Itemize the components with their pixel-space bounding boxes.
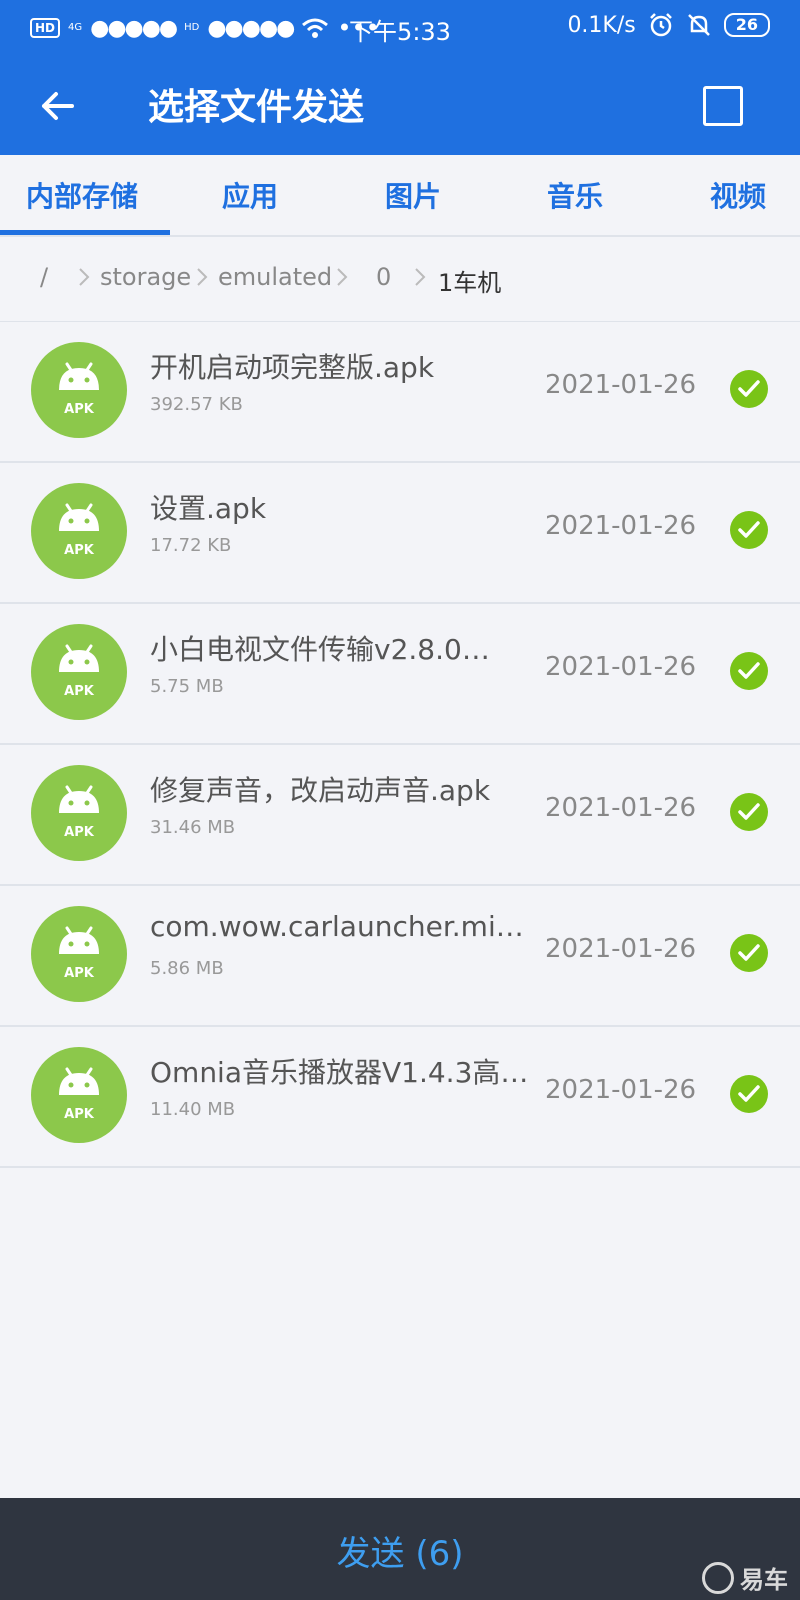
android-icon: [59, 362, 99, 390]
apk-label: APK: [64, 966, 94, 981]
android-apk-icon: APK: [31, 765, 127, 861]
tab-images[interactable]: 图片: [385, 175, 441, 215]
android-icon: [59, 503, 99, 531]
back-arrow-icon[interactable]: [36, 84, 80, 128]
active-tab-indicator: [0, 230, 170, 235]
alarm-icon: [649, 13, 672, 37]
file-row[interactable]: APK 设置.apk 17.72 KB 2021-01-26: [0, 463, 800, 604]
file-size: 31.46 MB: [150, 817, 236, 838]
chevron-right-icon: [197, 268, 208, 286]
selected-check-icon[interactable]: [730, 934, 768, 972]
apk-label: APK: [64, 543, 94, 558]
file-row[interactable]: APK Omnia音乐播放器V1.4.3高… 11.40 MB 2021-01-…: [0, 1027, 800, 1168]
file-name: 设置.apk: [150, 492, 267, 525]
selected-check-icon[interactable]: [730, 793, 768, 831]
file-size: 392.57 KB: [150, 394, 243, 415]
watermark-logo-icon: [702, 1561, 734, 1594]
page-title: 选择文件发送: [148, 87, 365, 128]
breadcrumb-storage[interactable]: storage: [100, 263, 191, 291]
selected-check-icon[interactable]: [730, 511, 768, 549]
android-apk-icon: APK: [31, 342, 127, 438]
apk-label: APK: [64, 402, 94, 417]
file-name: 修复声音，改启动声音.apk: [150, 774, 491, 807]
file-date: 2021-01-26: [545, 934, 697, 964]
tab-music[interactable]: 音乐: [547, 175, 603, 215]
file-date: 2021-01-26: [545, 370, 697, 400]
battery-icon: 26: [723, 13, 770, 37]
apk-label: APK: [64, 825, 94, 840]
status-right: 0.1K/s 26: [567, 12, 770, 38]
android-icon: [59, 785, 99, 813]
android-apk-icon: APK: [31, 906, 127, 1002]
breadcrumb-0[interactable]: 0: [376, 263, 391, 291]
file-name: Omnia音乐播放器V1.4.3高…: [150, 1056, 529, 1089]
breadcrumb-root[interactable]: /: [40, 263, 48, 291]
android-apk-icon: APK: [31, 1047, 127, 1143]
android-apk-icon: APK: [31, 483, 127, 579]
apk-label: APK: [64, 1107, 94, 1122]
file-size: 5.75 MB: [150, 676, 224, 697]
chevron-right-icon: [337, 268, 348, 286]
chevron-right-icon: [415, 268, 426, 286]
select-all-checkbox[interactable]: [703, 86, 743, 126]
breadcrumb: / storage emulated 0 1车机: [0, 237, 800, 323]
file-row[interactable]: APK 修复声音，改启动声音.apk 31.46 MB 2021-01-26: [0, 745, 800, 886]
android-icon: [59, 1067, 99, 1095]
file-name: 开机启动项完整版.apk: [150, 351, 435, 384]
android-apk-icon: APK: [31, 624, 127, 720]
android-icon: [59, 644, 99, 672]
selected-check-icon[interactable]: [730, 1075, 768, 1113]
breadcrumb-current[interactable]: 1车机: [438, 263, 501, 298]
file-date: 2021-01-26: [545, 652, 697, 682]
send-button[interactable]: 发送 (6): [0, 1526, 800, 1575]
watermark-text: 易车: [740, 1566, 788, 1594]
file-date: 2021-01-26: [545, 1075, 697, 1105]
file-row[interactable]: APK com.wow.carlauncher.mi… 5.86 MB 2021…: [0, 886, 800, 1027]
chevron-right-icon: [79, 268, 90, 286]
file-row[interactable]: APK 小白电视文件传输v2.8.0… 5.75 MB 2021-01-26: [0, 604, 800, 745]
file-date: 2021-01-26: [545, 793, 697, 823]
file-name: com.wow.carlauncher.mi…: [150, 910, 524, 943]
app-bar: 选择文件发送: [0, 56, 800, 155]
mute-bell-icon: [687, 14, 710, 36]
file-size: 5.86 MB: [150, 958, 224, 979]
file-name: 小白电视文件传输v2.8.0…: [150, 633, 490, 666]
tab-internal-storage[interactable]: 内部存储: [26, 175, 138, 215]
file-row[interactable]: APK 开机启动项完整版.apk 392.57 KB 2021-01-26: [0, 322, 800, 463]
selected-check-icon[interactable]: [730, 370, 768, 408]
file-list: APK 开机启动项完整版.apk 392.57 KB 2021-01-26 AP…: [0, 322, 800, 1168]
bottom-action-bar: 发送 (6) 易车: [0, 1498, 800, 1600]
tab-videos[interactable]: 视频: [710, 175, 766, 215]
tab-apps[interactable]: 应用: [222, 175, 278, 215]
net-speed: 0.1K/s: [567, 12, 636, 38]
status-bar: HD 4G ●●●●● HD ●●●●● ••• 下午5:33 0.1K/s 2…: [0, 0, 800, 56]
category-tabs: 内部存储 应用 图片 音乐 视频: [0, 155, 800, 237]
watermark: 易车: [702, 1560, 788, 1595]
breadcrumb-emulated[interactable]: emulated: [218, 263, 332, 291]
android-icon: [59, 926, 99, 954]
selected-check-icon[interactable]: [730, 652, 768, 690]
file-size: 17.72 KB: [150, 535, 232, 556]
apk-label: APK: [64, 684, 94, 699]
file-date: 2021-01-26: [545, 511, 697, 541]
file-size: 11.40 MB: [150, 1099, 236, 1120]
